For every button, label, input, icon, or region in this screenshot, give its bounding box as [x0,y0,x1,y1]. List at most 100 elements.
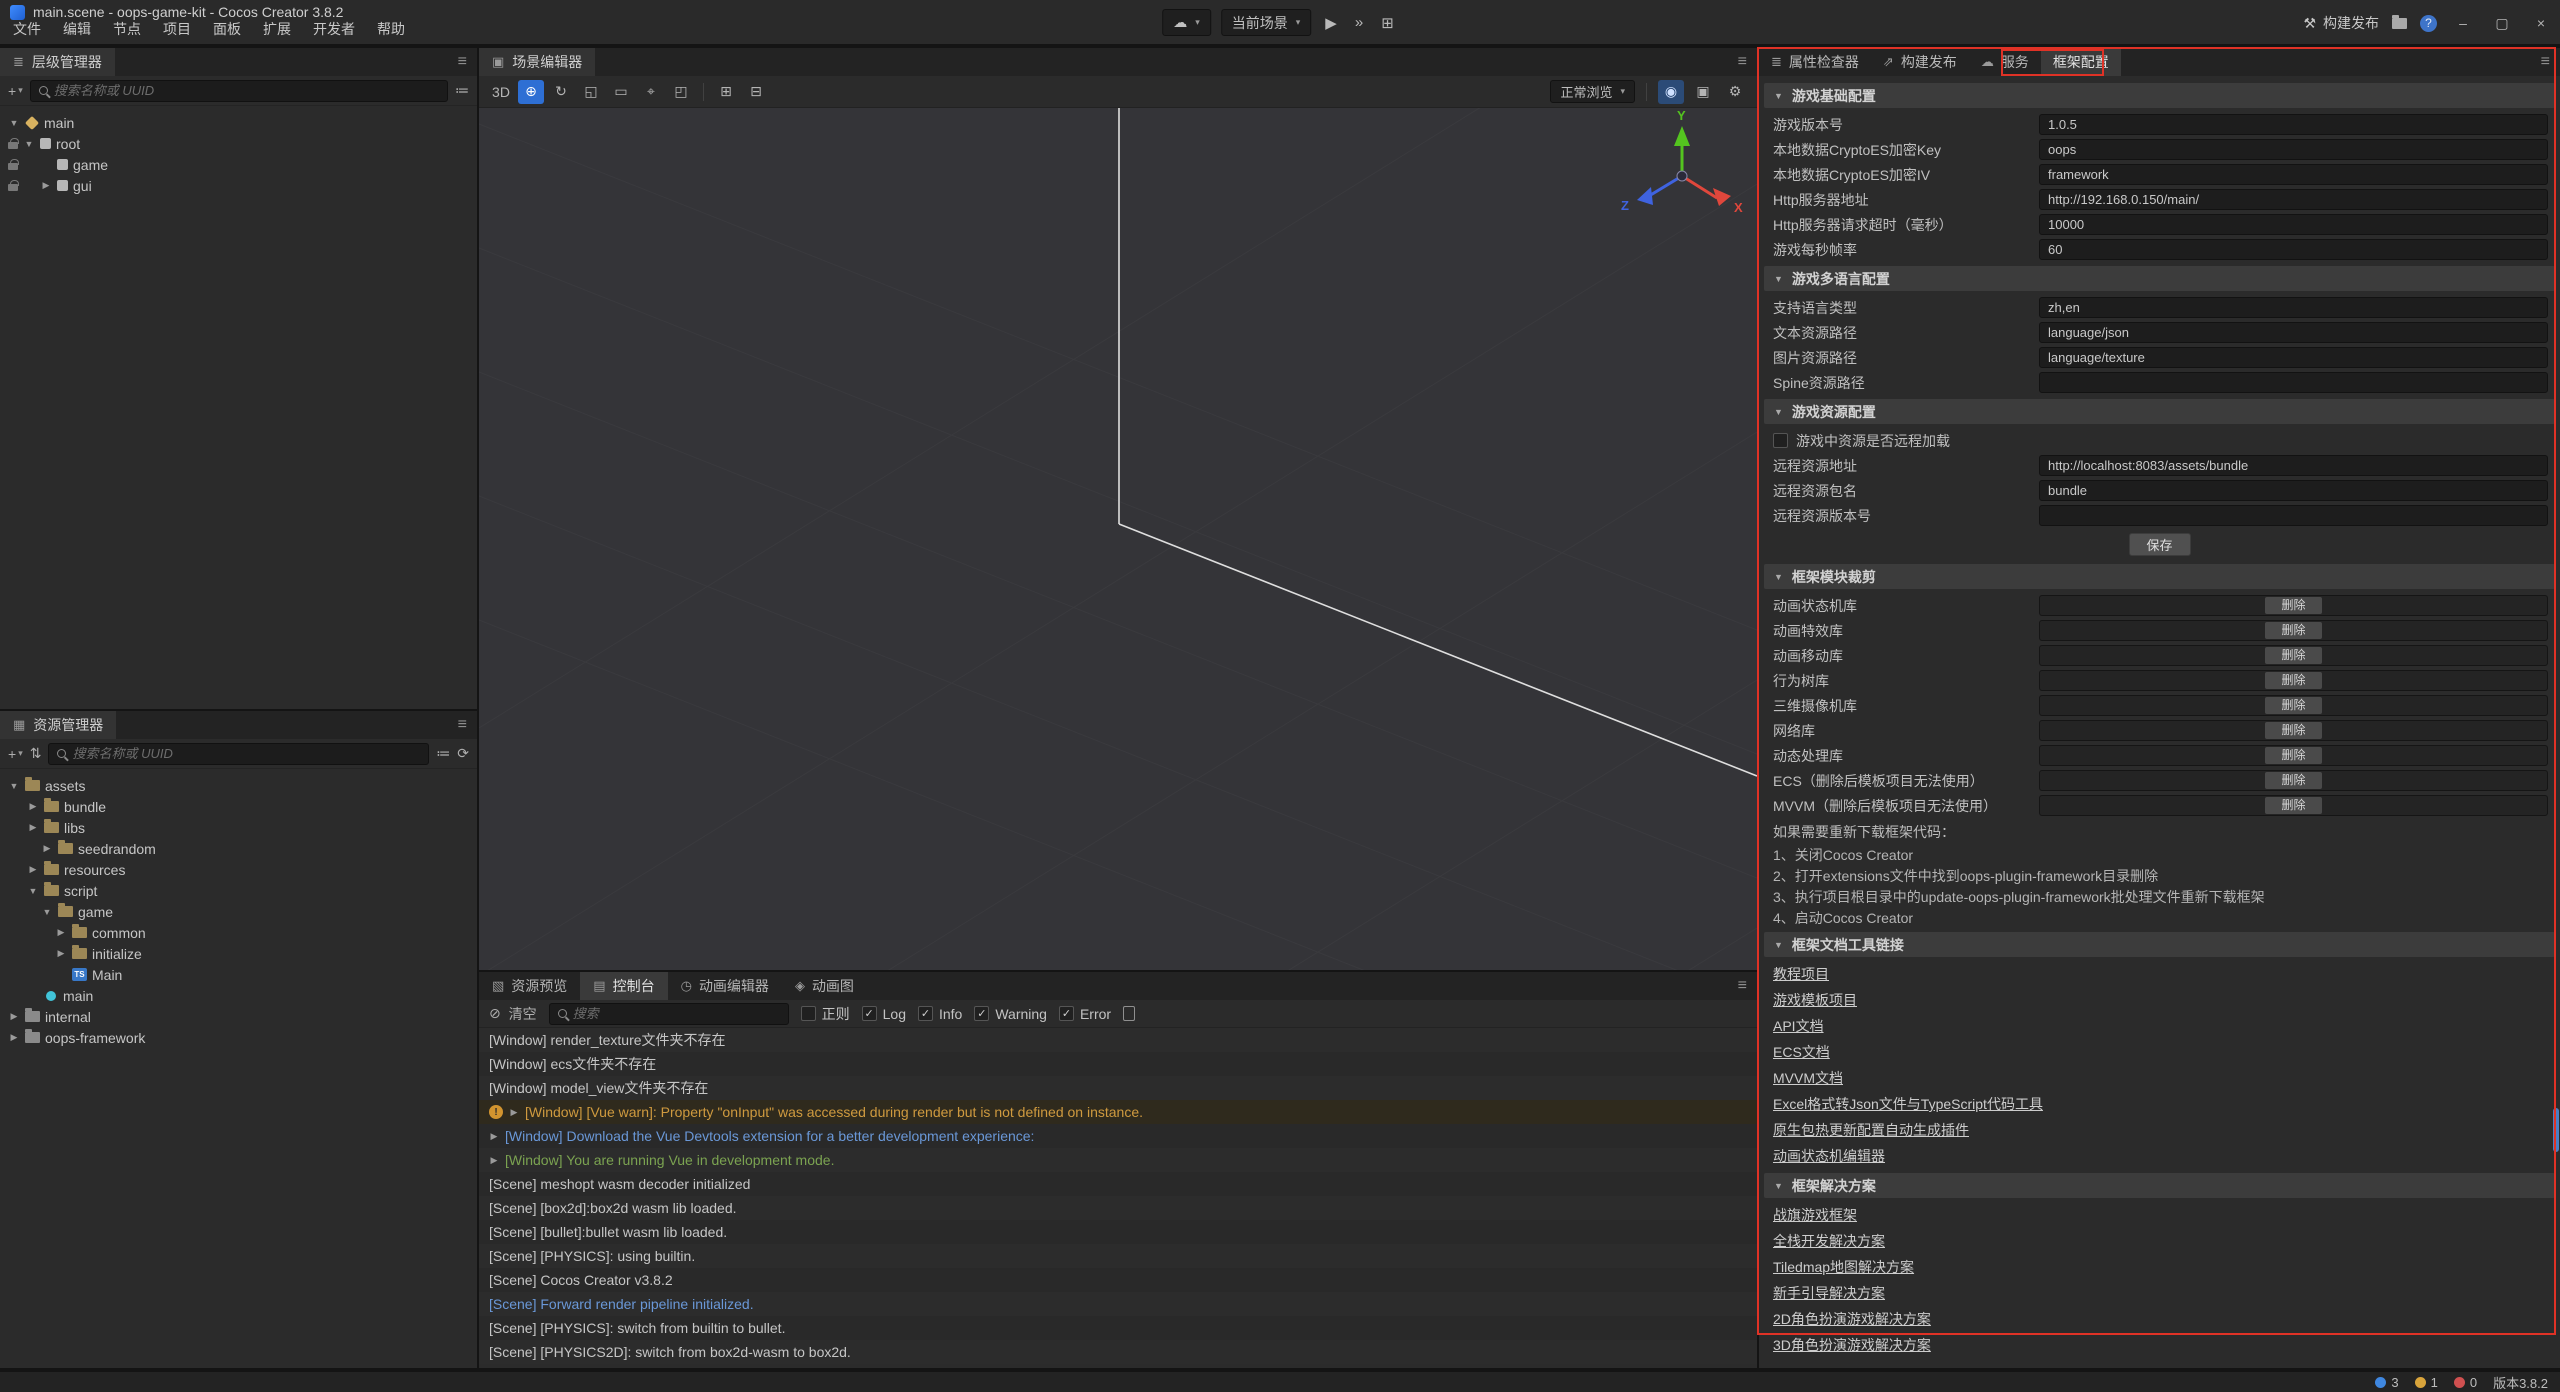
scale-tool-icon[interactable]: ◱ [578,80,604,104]
console-search-input[interactable] [573,1006,780,1021]
asset-node-assets[interactable]: ▼ assets [0,775,477,796]
error-checkbox[interactable]: ✓ [1059,1006,1074,1021]
doc-link[interactable]: 原生包热更新配置自动生成插件 [1773,1120,1969,1140]
view-gizmo[interactable]: Y X Z [479,108,1757,970]
clear-console-button[interactable]: ⊘ 清空 [489,1004,537,1024]
warning-count[interactable]: 1 [2415,1375,2438,1390]
asset-node-libs[interactable]: ▶ libs [0,817,477,838]
filter-log[interactable]: ✓ Log [862,1006,906,1022]
lock-icon[interactable] [8,184,18,191]
log-row[interactable]: [Scene] Cocos Creator v3.8.2 [479,1268,1757,1292]
create-asset-button[interactable]: +▾ [8,746,23,762]
menu-file[interactable]: 文件 [2,16,52,44]
log-row[interactable]: [Scene] meshopt wasm decoder initialized [479,1172,1757,1196]
remote-bundle-input[interactable] [2039,480,2548,501]
create-node-button[interactable]: +▾ [8,83,23,99]
warning-checkbox[interactable]: ✓ [974,1006,989,1021]
asset-node-resources[interactable]: ▶ resources [0,859,477,880]
filter-error[interactable]: ✓ Error [1059,1006,1111,1022]
error-count[interactable]: 0 [2454,1375,2477,1390]
asset-node-initialize[interactable]: ▶ initialize [0,943,477,964]
current-scene-select[interactable]: 当前场景 ▾ [1221,9,1312,36]
section-header-modules[interactable]: ▼ 框架模块裁剪 [1764,564,2555,589]
asset-node-seedrandom[interactable]: ▶ seedrandom [0,838,477,859]
asset-node-main-ts[interactable]: TS Main [0,964,477,985]
doc-link[interactable]: MVVM文档 [1773,1068,1843,1088]
panel-menu-icon[interactable]: ≡ [1728,977,1757,995]
remote-load-checkbox[interactable] [1773,433,1788,448]
pivot-toggle-icon[interactable]: ⌖ [638,80,664,104]
step-button[interactable]: » [1351,14,1367,31]
rotate-tool-icon[interactable]: ↻ [548,80,574,104]
dimension-toggle-button[interactable]: 3D [488,80,514,104]
expand-caret-icon[interactable]: ▶ [41,843,53,854]
delete-button[interactable]: 删除 [2265,622,2321,639]
log-row[interactable]: [Scene] [PHYSICS]: switch from builtin t… [479,1316,1757,1340]
asset-node-game[interactable]: ▼ game [0,901,477,922]
remote-version-input[interactable] [2039,505,2548,526]
doc-link[interactable]: API文档 [1773,1016,1824,1036]
crypto-iv-input[interactable] [2039,164,2548,185]
delete-button[interactable]: 删除 [2265,697,2321,714]
crypto-key-input[interactable] [2039,139,2548,160]
log-row-info[interactable]: ▶ [Window] Download the Vue Devtools ext… [479,1124,1757,1148]
section-header-basic[interactable]: ▼ 游戏基础配置 [1764,83,2555,108]
build-publish-button[interactable]: ⚒ 构建发布 [2303,13,2379,33]
help-icon[interactable]: ? [2420,15,2437,32]
doc-link[interactable]: ECS文档 [1773,1042,1830,1062]
delete-button[interactable]: 删除 [2265,597,2321,614]
asset-node-script[interactable]: ▼ script [0,880,477,901]
filter-icon[interactable]: ≔ [436,745,450,762]
grid-snap-icon[interactable]: ⊞ [713,80,739,104]
lock-icon[interactable] [8,163,18,170]
solution-link[interactable]: 2D角色扮演游戏解决方案 [1773,1309,1931,1329]
close-button[interactable]: × [2528,15,2554,31]
expand-caret-icon[interactable]: ▶ [55,927,67,938]
tab-asset-preview[interactable]: ▧ 资源预览 [479,972,580,1000]
text-path-input[interactable] [2039,322,2548,343]
section-header-docs[interactable]: ▼ 框架文档工具链接 [1764,932,2555,957]
delete-button[interactable]: 删除 [2265,672,2321,689]
lighting-toggle-icon[interactable]: ◉ [1658,80,1684,104]
menu-help[interactable]: 帮助 [366,16,416,44]
log-count[interactable]: 3 [2375,1375,2398,1390]
scene-gear-icon[interactable]: ⚙ [1722,80,1748,104]
fps-input[interactable] [2039,239,2548,260]
sort-icon[interactable]: ⇅ [30,745,42,762]
panel-menu-icon[interactable]: ≡ [448,53,477,71]
regex-checkbox[interactable] [801,1006,816,1021]
tab-framework-config[interactable]: 框架配置 [2041,48,2121,76]
asset-node-oops-framework[interactable]: ▶ oops-framework [0,1027,477,1048]
asset-node-main-scene[interactable]: main [0,985,477,1006]
panel-menu-icon[interactable]: ≡ [1728,53,1757,71]
panel-menu-icon[interactable]: ≡ [2531,53,2560,71]
regex-toggle[interactable]: 正则 [801,1004,850,1024]
log-row[interactable]: [Scene] [bullet]:bullet wasm lib loaded. [479,1220,1757,1244]
log-row[interactable]: [Window] ecs文件夹不存在 [479,1052,1757,1076]
layout-icon[interactable]: ⊞ [1377,14,1398,32]
view-mode-select[interactable]: 正常浏览 ▾ [1550,80,1635,103]
expand-caret-icon[interactable]: ▼ [8,781,20,791]
languages-input[interactable] [2039,297,2548,318]
expand-caret-icon[interactable]: ▶ [27,822,39,833]
minimize-button[interactable]: – [2450,15,2476,31]
save-button[interactable]: 保存 [2129,533,2191,556]
expand-caret-icon[interactable]: ▶ [40,180,52,191]
log-row[interactable]: [Scene] [PHYSICS2D]: switch from box2d-w… [479,1340,1757,1364]
panel-menu-icon[interactable]: ≡ [448,716,477,734]
game-version-input[interactable] [2039,114,2548,135]
menu-panel[interactable]: 面板 [202,16,252,44]
section-header-i18n[interactable]: ▼ 游戏多语言配置 [1764,266,2555,291]
expand-caret-icon[interactable]: ▶ [27,801,39,812]
asset-node-internal[interactable]: ▶ internal [0,1006,477,1027]
filter-icon[interactable]: ≔ [455,82,469,99]
log-row[interactable]: [Window] model_view文件夹不存在 [479,1076,1757,1100]
tab-property-inspector[interactable]: ≣ 属性检查器 [1759,48,1871,76]
rotate-snap-icon[interactable]: ⊟ [743,80,769,104]
delete-button[interactable]: 删除 [2265,797,2321,814]
doc-link[interactable]: 教程项目 [1773,964,1829,984]
expand-caret-icon[interactable]: ▶ [489,1155,499,1166]
tab-services[interactable]: ☁ 服务 [1969,48,2041,76]
solution-link[interactable]: 3D角色扮演游戏解决方案 [1773,1335,1931,1355]
export-log-icon[interactable] [1123,1006,1135,1021]
